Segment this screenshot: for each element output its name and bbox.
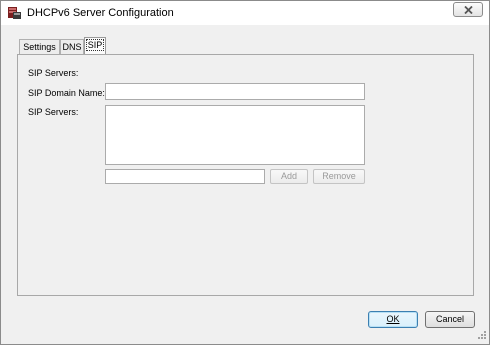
ok-button[interactable]: OK (368, 311, 418, 328)
resize-grip-icon[interactable] (477, 330, 487, 342)
tab-dns[interactable]: DNS (60, 39, 84, 54)
cancel-button-label: Cancel (435, 314, 464, 324)
sip-servers-list[interactable] (105, 105, 365, 165)
close-button[interactable] (453, 2, 483, 17)
server-config-icon (7, 5, 22, 20)
sip-servers-heading: SIP Servers: (28, 68, 79, 78)
tab-sip[interactable]: SIP (84, 37, 106, 54)
tab-dns-label: DNS (62, 42, 82, 52)
tab-settings[interactable]: Settings (19, 39, 60, 54)
sip-servers-label: SIP Servers: (28, 107, 79, 117)
cancel-button[interactable]: Cancel (425, 311, 475, 328)
ok-button-label: OK (386, 314, 400, 324)
tab-settings-label: Settings (23, 42, 56, 52)
add-server-button[interactable]: Add (270, 169, 308, 184)
new-sip-server-input[interactable] (105, 169, 265, 184)
tab-sip-label: SIP (85, 39, 105, 51)
sip-domain-name-input[interactable] (105, 83, 365, 100)
dhcpv6-config-dialog: DHCPv6 Server Configuration Settings DNS… (0, 0, 490, 345)
title-bar[interactable]: DHCPv6 Server Configuration (1, 1, 489, 25)
sip-domain-name-label: SIP Domain Name: (28, 88, 105, 98)
remove-server-button[interactable]: Remove (313, 169, 365, 184)
close-icon (464, 6, 473, 14)
window-title: DHCPv6 Server Configuration (27, 7, 174, 19)
